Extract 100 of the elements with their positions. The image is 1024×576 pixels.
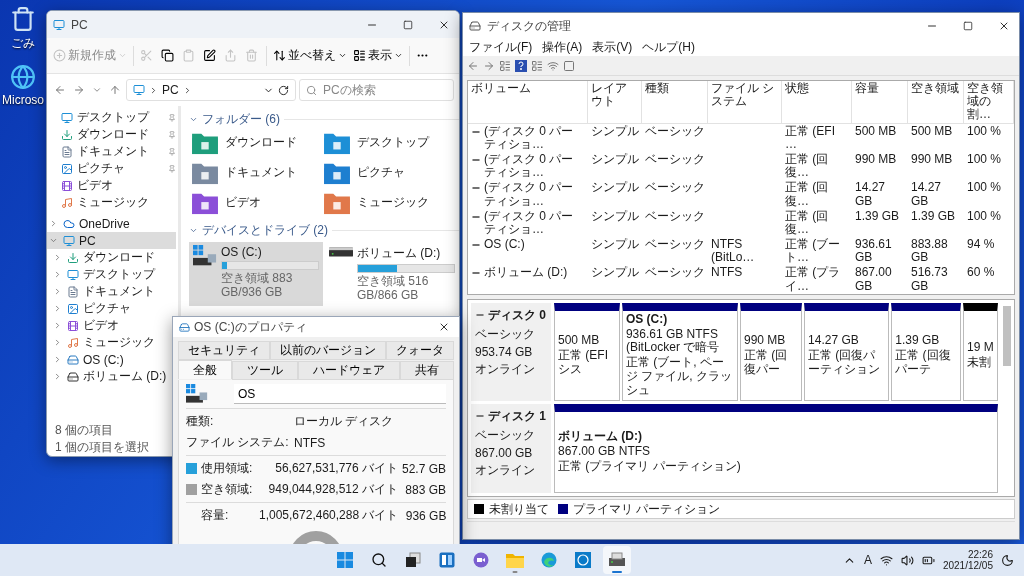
taskbar-button[interactable] [603,546,632,574]
nav-item[interactable]: OneDrive [47,215,176,232]
scrollbar-thumb[interactable] [1003,305,1011,366]
search-field[interactable]: PCの検索 [299,79,454,101]
folder-name[interactable]: ドキュメント [225,161,297,181]
sort-button[interactable]: 並べ替え [270,42,350,69]
nav-item[interactable]: ドキュメント [47,143,176,160]
clock[interactable]: 22:26 2021/12/05 [942,549,993,571]
nav-item[interactable]: OS (C:) [47,351,176,368]
drive-item[interactable]: ボリューム (D:) 空き領域 516 GB/866 GB [325,242,459,306]
breadcrumb[interactable]: PC [162,83,179,97]
volume-name-field[interactable]: OS [234,384,446,405]
column-header[interactable]: レイアウト [588,81,642,124]
nav-item[interactable]: デスクトップ [47,266,176,283]
column-header[interactable]: 空き領域の割… [964,81,1014,124]
tab[interactable]: 共有 [400,361,454,380]
swirl-logo-icon [541,552,558,568]
partition-block[interactable]: 14.27 GB 正常 (回復パーティション [804,302,890,401]
nav-item[interactable]: ミュージック [47,334,176,351]
menu-item[interactable]: 表示(V) [592,39,633,56]
drive-icon [67,370,79,383]
table-cell: シンプル [591,209,639,223]
column-header[interactable]: 状態 [782,81,852,124]
nav-item[interactable]: PC [47,232,176,249]
tab[interactable]: ツール [232,361,298,380]
bin-icon[interactable] [10,6,36,32]
partition-block[interactable]: 500 MB 正常 (EFI シス [554,302,620,401]
help-icon[interactable] [515,59,527,72]
partition-block[interactable]: 1.39 GB 正常 (回復パーテ [891,302,961,401]
speaker-icon[interactable] [900,553,914,567]
folder-name[interactable]: ビデオ [225,191,261,211]
byte-count: 1,005,672,460,288 バイト [259,507,399,525]
nav-item[interactable]: ドキュメント [47,283,176,300]
section-heading[interactable]: デバイスとドライブ (2) [202,222,328,239]
table-cell: 100 % [967,181,1002,195]
disk-label[interactable]: ディスク 1 ベーシック 867.00 GB オンライン [471,403,551,493]
tab[interactable]: セキュリティ [178,341,270,360]
field-value: ローカル ディスク [294,413,395,431]
nav-item[interactable]: ダウンロード [47,249,176,266]
folder-name[interactable]: ピクチャ [357,161,405,181]
nav-item[interactable]: ピクチャ [47,160,176,177]
partition-status: 正常 (回復パーティション [808,348,882,377]
desktop-icon-label[interactable]: ごみ [11,35,35,52]
nav-item[interactable]: ビデオ [47,317,176,334]
menu-item[interactable]: ヘルプ(H) [642,39,695,56]
nav-item[interactable]: ボリューム (D:) [47,368,176,385]
nav-item[interactable]: ダウンロード [47,126,176,143]
document-icon [67,285,79,298]
nav-item[interactable]: ビデオ [47,177,176,194]
desktop-icon-label[interactable]: Microso [2,93,44,107]
chevron-down-icon[interactable] [189,115,198,124]
folder-icon [323,161,351,185]
forward-arrow-icon[interactable] [483,59,495,72]
task-view-icon [405,552,422,568]
menu-item[interactable]: ファイル(F) [469,39,533,56]
window-icon[interactable] [563,59,575,72]
panel-icon[interactable] [531,59,543,72]
column-header[interactable]: ファイル システム [708,81,782,124]
refresh-icon[interactable] [278,84,289,96]
address-bar[interactable]: PC [126,79,296,101]
back-arrow-icon[interactable] [467,59,479,72]
table-cell-text: 正常 (ブート… [785,238,842,265]
view-button[interactable]: 表示 [350,42,406,69]
wifi-icon[interactable] [879,553,893,567]
table-cell: 1.39 GB [911,209,956,223]
moon-icon[interactable] [1001,553,1014,567]
partition-block[interactable]: 990 MB 正常 (回復パー [740,302,803,401]
share-icon [224,49,237,62]
chevron-right-icon[interactable] [49,219,58,228]
section-heading[interactable]: フォルダー (6) [202,111,280,128]
column-header[interactable]: ボリューム [468,81,588,124]
drive-item[interactable]: OS (C:) 空き領域 883 GB/936 GB [189,242,323,306]
column-header[interactable]: 種類 [642,81,708,124]
nav-item[interactable]: ミュージック [47,194,176,211]
partition-size: 19 M [967,340,994,355]
chevron-right-icon [149,85,158,95]
partition-status: 正常 (ブート, ページ ファイル, クラッシュ [625,356,733,398]
tab[interactable]: 全般 [178,360,232,379]
input-mode-indicator[interactable]: A [863,553,872,567]
partition-block[interactable]: OS (C:) 936.61 GB NTFS (BitLocker で暗号 正常 (ブート, ページ ファイル, クラッシュ [621,302,738,401]
tab[interactable]: クォータ [386,341,454,360]
chevron-down-icon[interactable] [189,226,198,235]
globe-icon[interactable] [10,64,36,90]
nav-item[interactable]: ピクチャ [47,300,176,317]
tab[interactable]: ハードウェア [298,361,400,380]
table-cell: ベーシック [645,152,705,167]
disk-label[interactable]: ディスク 0 ベーシック 953.74 GB オンライン [471,302,551,401]
folder-name[interactable]: ダウンロード [225,131,297,151]
column-header[interactable]: 空き領域 [908,81,964,124]
folder-name[interactable]: デスクトップ [357,131,429,151]
panel-icon[interactable] [499,59,511,72]
chevron-down-icon[interactable] [49,236,58,245]
logo-icon [575,552,592,568]
field-label: 空き領域: [201,481,254,499]
folder-icon [323,191,351,215]
nav-item[interactable]: デスクトップ [47,109,176,126]
folder-name[interactable]: ミュージック [357,191,429,211]
tab[interactable]: 以前のバージョン [270,341,386,360]
menu-item[interactable]: 操作(A) [542,39,583,56]
column-header[interactable]: 容量 [852,81,908,124]
